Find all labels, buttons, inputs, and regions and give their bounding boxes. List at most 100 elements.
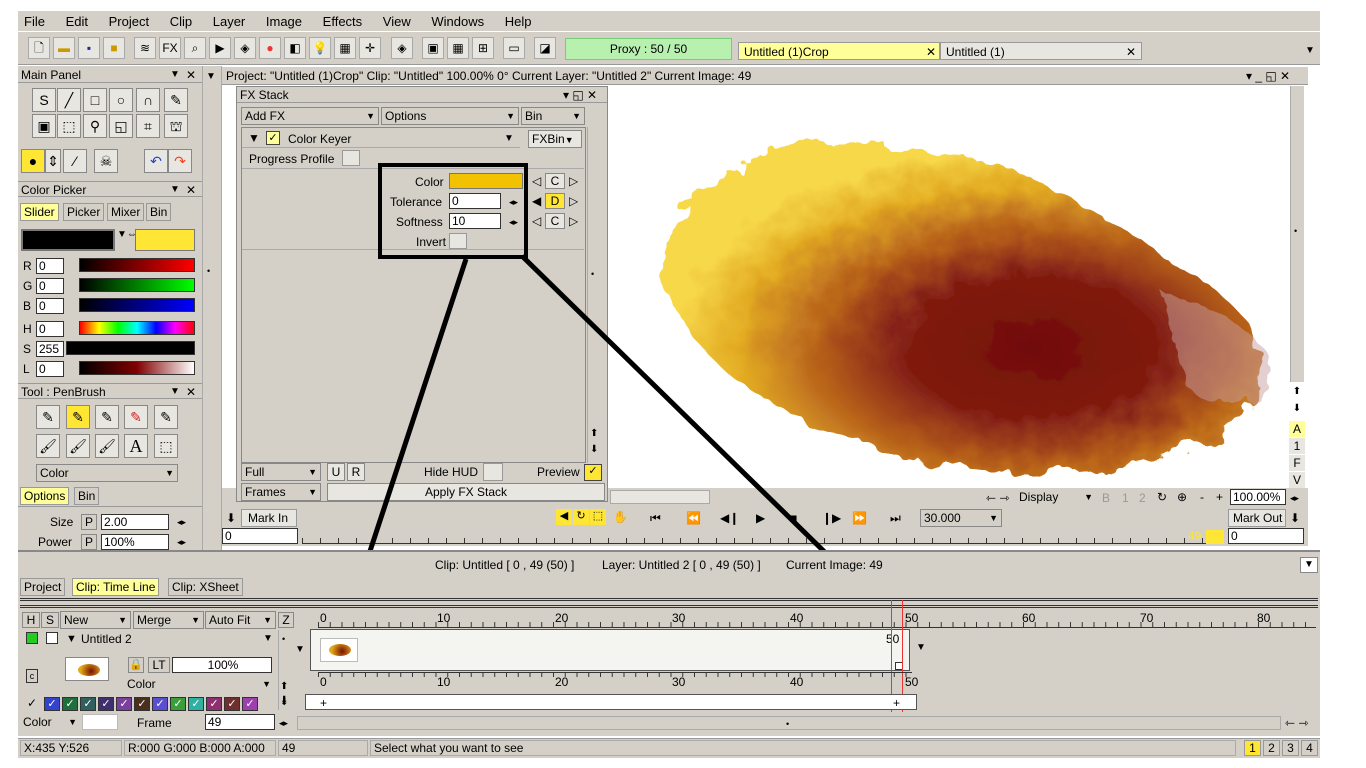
scroll-left-right-icon[interactable]: ⇽ ⇾ xyxy=(1285,716,1308,730)
progress-profile-toggle[interactable] xyxy=(342,150,360,166)
menu-windows[interactable]: Windows xyxy=(431,14,484,29)
magnify-icon[interactable]: ⚲ xyxy=(83,114,107,138)
scroll-down-icon[interactable]: ⬇ xyxy=(1289,403,1305,419)
s-toggle[interactable]: S xyxy=(41,612,59,628)
new-file-icon[interactable]: 🗋 xyxy=(28,37,50,59)
close-icon[interactable]: ✕ xyxy=(186,67,196,83)
camera-icon[interactable]: ⛫ xyxy=(164,114,188,138)
close-icon[interactable]: ✕ xyxy=(186,182,196,198)
menu-view[interactable]: View xyxy=(383,14,411,29)
lt-toggle[interactable]: LT xyxy=(148,657,170,673)
tab-bin-tool[interactable]: Bin xyxy=(74,487,100,505)
select-tool-icon[interactable]: ⬚ xyxy=(154,434,178,458)
hide-hud-toggle[interactable] xyxy=(483,463,503,481)
color-swatch-3[interactable]: ✓ xyxy=(80,697,96,711)
r-button[interactable]: R xyxy=(347,463,365,481)
channel-l-slider[interactable] xyxy=(79,361,195,375)
layer-opacity-input[interactable]: 100% xyxy=(172,657,272,673)
smudge-icon[interactable]: 🖌 xyxy=(95,434,119,458)
layer-solo-toggle[interactable] xyxy=(46,632,58,644)
canvas-left-scroll[interactable]: • xyxy=(204,86,220,458)
grid-large-icon[interactable]: ▦ xyxy=(447,37,469,59)
stripes-icon[interactable]: ≋ xyxy=(134,37,156,59)
color-swatch-4[interactable]: ✓ xyxy=(98,697,114,711)
lock-icon[interactable]: 🔒 xyxy=(128,657,144,673)
secondary-color-swatch[interactable] xyxy=(135,229,195,251)
select-rect-icon[interactable]: ▣ xyxy=(32,114,56,138)
keyframe-row[interactable] xyxy=(305,694,917,710)
scroll-up-icon[interactable]: ⬆ xyxy=(1289,386,1305,402)
new-layer-select[interactable]: New xyxy=(60,611,131,629)
center-icon[interactable]: ⊕ xyxy=(1177,490,1187,504)
tab-clip-xsheet[interactable]: Clip: XSheet xyxy=(168,578,243,596)
audio-icon[interactable]: ◀ xyxy=(556,509,572,525)
crop-icon[interactable]: ⌗ xyxy=(136,114,160,138)
color-param-c-button[interactable]: C xyxy=(545,173,565,189)
size-input[interactable]: 2.00 xyxy=(101,514,169,530)
fps-select[interactable]: 30.000 xyxy=(920,509,1002,527)
autofit-select[interactable]: Auto Fit xyxy=(205,611,276,629)
chevron-down-icon[interactable]: ▼ xyxy=(1300,557,1318,573)
step-forward-icon[interactable]: ❙▶ xyxy=(822,511,841,525)
side-button-f[interactable]: F xyxy=(1289,455,1305,471)
stop-icon[interactable]: ■ xyxy=(790,511,797,525)
select-s-icon[interactable]: ⬚ xyxy=(57,114,81,138)
quality-select[interactable]: Full xyxy=(241,463,321,481)
airbrush-icon[interactable]: 🖌 xyxy=(66,434,90,458)
scroll-down-icon[interactable]: ⬇ xyxy=(590,443,598,457)
color-swatch-6[interactable]: ✓ xyxy=(134,697,150,711)
color-swatch-10[interactable]: ✓ xyxy=(206,697,222,711)
skull-icon[interactable]: ☠ xyxy=(94,149,118,173)
preview-checkbox[interactable]: ✓ xyxy=(584,464,602,481)
channel-b-slider[interactable] xyxy=(79,298,195,312)
gradient-icon[interactable]: ◧ xyxy=(284,37,306,59)
color-swatch-11[interactable]: ✓ xyxy=(224,697,240,711)
zoom-out-icon[interactable]: - xyxy=(1200,490,1204,504)
transport-scrubber[interactable] xyxy=(302,532,1224,544)
add-key-end[interactable]: + xyxy=(893,696,900,710)
scroll-up-icon[interactable]: ⬆ xyxy=(590,427,598,441)
collapse-icon[interactable]: ▼ xyxy=(248,131,260,145)
pen-yellow-icon[interactable]: ✎ xyxy=(66,405,90,429)
save-icon[interactable]: ▪ xyxy=(78,37,100,59)
effect-enabled-checkbox[interactable]: ✓ xyxy=(266,131,280,145)
window-controls[interactable]: ▾ _ ◱ ✕ xyxy=(1246,69,1290,83)
tool-mode-select[interactable]: Color xyxy=(36,464,178,482)
add-fx-select[interactable]: Add FX xyxy=(241,107,379,125)
scrubber-playhead[interactable] xyxy=(1206,530,1224,544)
last-frame-icon[interactable]: ⏭ xyxy=(890,511,901,525)
mark-out-arrow-icon[interactable]: ⬇ xyxy=(1290,511,1300,525)
mark-in-arrow-icon[interactable]: ⬇ xyxy=(226,511,236,525)
mark-out-button[interactable]: Mark Out xyxy=(1228,509,1286,527)
lasso-icon[interactable]: S xyxy=(32,88,56,112)
tab-clip-timeline[interactable]: Clip: Time Line xyxy=(72,578,160,596)
menu-effects[interactable]: Effects xyxy=(323,14,363,29)
zoom-icon[interactable]: ⌕ xyxy=(184,37,206,59)
menu-file[interactable]: File xyxy=(24,14,45,29)
red-pen-icon[interactable]: ✎ xyxy=(124,405,148,429)
lightbulb-icon[interactable]: 💡 xyxy=(309,37,331,59)
options-select[interactable]: Options xyxy=(381,107,519,125)
frame-input[interactable]: 49 xyxy=(205,714,275,730)
fx-button[interactable]: FX xyxy=(159,37,181,59)
layer-blend-select[interactable]: Color xyxy=(124,676,274,694)
side-button-v[interactable]: V xyxy=(1289,472,1305,488)
close-icon[interactable]: ✕ xyxy=(926,45,936,59)
first-frame-icon[interactable]: ⏮ xyxy=(650,511,661,525)
tolerance-d-button[interactable]: D xyxy=(545,193,565,209)
rewind-icon[interactable]: ⏪ xyxy=(686,511,701,525)
next-key-icon[interactable]: ▷ xyxy=(569,214,578,228)
menu-project[interactable]: Project xyxy=(109,14,149,29)
zoom-stepper-icon[interactable]: ◂▸ xyxy=(1290,491,1299,505)
crosshair-icon[interactable]: ✛ xyxy=(359,37,381,59)
nav-arrows-icon[interactable]: ⇽ ⇾ xyxy=(986,491,1009,505)
timeline-color-select[interactable]: Color xyxy=(20,714,80,732)
chevron-down-icon[interactable]: ▼ xyxy=(1305,44,1315,58)
monitor-icon[interactable]: ▭ xyxy=(503,37,525,59)
softness-c-button[interactable]: C xyxy=(545,213,565,229)
refresh-icon[interactable]: ↻ xyxy=(1157,490,1167,504)
play-button-icon[interactable]: ▶ xyxy=(756,511,765,525)
pencil-icon[interactable]: ✎ xyxy=(154,405,178,429)
view-1-button[interactable]: 1 xyxy=(1122,491,1129,505)
layers-icon[interactable]: ◈ xyxy=(234,37,256,59)
